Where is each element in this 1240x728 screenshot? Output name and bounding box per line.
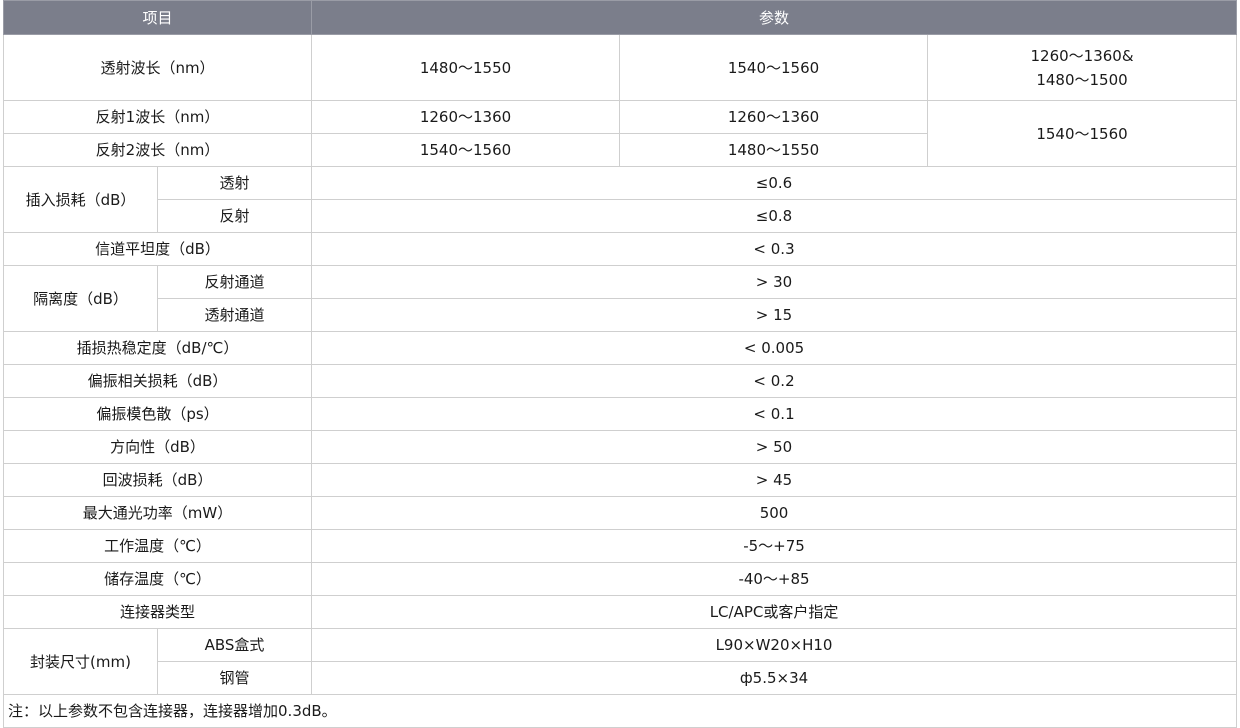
value-reflection1-wavelength-2: 1260～1360	[619, 100, 929, 134]
row-isolation-transmission: 透射通道 > 15	[4, 298, 1238, 332]
label-return-loss: 回波损耗（dB）	[2, 463, 313, 497]
row-isolation-reflection: 隔离度（dB） 反射通道 > 30	[3, 265, 1238, 332]
row-directivity: 方向性（dB） > 50	[2, 430, 1238, 464]
table-note: 注：以上参数不包含连接器，连接器增加0.3dB。	[2, 694, 1238, 728]
header-item: 项目	[2, 0, 313, 35]
value-thermal-stability: < 0.005	[311, 331, 1238, 365]
row-transmission-wavelength: 透射波长（nm） 1480～1550 1540～1560 1260～1360& 1…	[2, 34, 1238, 101]
label-channel-flatness: 信道平坦度（dB）	[2, 232, 313, 266]
row-insertion-loss-transmission: 插入损耗（dB） 透射 ≤0.6	[3, 166, 1238, 233]
value-operating-temperature: -5～+75	[311, 529, 1238, 563]
label-pmd: 偏振模色散（ps）	[2, 397, 313, 431]
sublabel-isolation-transmission: 透射通道	[156, 298, 313, 332]
sublabel-insertion-loss-transmission: 透射	[156, 166, 313, 200]
value-return-loss: > 45	[311, 463, 1238, 497]
sublabel-isolation-reflection: 反射通道	[156, 265, 313, 299]
sublabel-package-steel: 钢管	[156, 661, 313, 695]
sublabel-insertion-loss-reflection: 反射	[156, 199, 313, 233]
value-max-power: 500	[311, 496, 1238, 530]
value-reflection2-wavelength-2: 1480～1550	[619, 133, 929, 167]
value-connector-type: LC/APC或客户指定	[311, 595, 1238, 629]
row-operating-temperature: 工作温度（℃） -5～+75	[2, 529, 1238, 563]
value-channel-flatness: < 0.3	[311, 232, 1238, 266]
value-pdl: < 0.2	[311, 364, 1238, 398]
value-insertion-loss-reflection: ≤0.8	[311, 199, 1238, 233]
row-max-power: 最大通光功率（mW） 500	[2, 496, 1238, 530]
row-note: 注：以上参数不包含连接器，连接器增加0.3dB。	[2, 694, 1238, 728]
label-storage-temperature: 储存温度（℃）	[2, 562, 313, 596]
label-insertion-loss: 插入损耗（dB）	[3, 166, 158, 233]
label-reflection1-wavelength: 反射1波长（nm）	[2, 100, 313, 134]
label-reflection2-wavelength: 反射2波长（nm）	[2, 133, 313, 167]
row-return-loss: 回波损耗（dB） > 45	[2, 463, 1238, 497]
row-storage-temperature: 储存温度（℃） -40～+85	[2, 562, 1238, 596]
value-directivity: > 50	[311, 430, 1238, 464]
value-insertion-loss-transmission: ≤0.6	[311, 166, 1238, 200]
label-directivity: 方向性（dB）	[2, 430, 313, 464]
value-transmission-wavelength-3a: 1260～1360&	[1030, 46, 1134, 65]
value-reflection2-wavelength-1: 1540～1560	[311, 133, 621, 167]
value-transmission-wavelength-3b: 1480～1500	[1036, 70, 1128, 89]
row-channel-flatness: 信道平坦度（dB） < 0.3	[2, 232, 1238, 266]
row-package-steel: 钢管 ф5.5×34	[4, 661, 1238, 695]
value-storage-temperature: -40～+85	[311, 562, 1238, 596]
value-isolation-transmission: > 15	[311, 298, 1238, 332]
label-thermal-stability: 插损热稳定度（dB/℃）	[2, 331, 313, 365]
value-isolation-reflection: > 30	[311, 265, 1238, 299]
label-connector-type: 连接器类型	[2, 595, 313, 629]
spec-table: 项目 参数 透射波长（nm） 1480～1550 1540～1560 1260～…	[2, 0, 1238, 728]
label-transmission-wavelength: 透射波长（nm）	[2, 34, 313, 101]
value-package-steel: ф5.5×34	[311, 661, 1238, 695]
label-isolation: 隔离度（dB）	[3, 265, 158, 332]
label-max-power: 最大通光功率（mW）	[2, 496, 313, 530]
value-transmission-wavelength-3: 1260～1360& 1480～1500	[927, 34, 1238, 101]
row-thermal-stability: 插损热稳定度（dB/℃） < 0.005	[2, 331, 1238, 365]
value-pmd: < 0.1	[311, 397, 1238, 431]
value-transmission-wavelength-1: 1480～1550	[311, 34, 621, 101]
row-package-abs: 封装尺寸(mm) ABS盒式 L90×W20×H10	[3, 628, 1238, 695]
row-connector-type: 连接器类型 LC/APC或客户指定	[2, 595, 1238, 629]
sublabel-package-abs: ABS盒式	[156, 628, 313, 662]
label-package-size: 封装尺寸(mm)	[3, 628, 158, 695]
row-insertion-loss-reflection: 反射 ≤0.8	[4, 199, 1238, 233]
header-params: 参数	[311, 0, 1238, 35]
label-operating-temperature: 工作温度（℃）	[2, 529, 313, 563]
row-reflection1-wavelength: 反射1波长（nm） 1260～1360 1260～1360 1540～1560	[2, 100, 1238, 167]
label-pdl: 偏振相关损耗（dB）	[2, 364, 313, 398]
value-reflection-wavelength-3: 1540～1560	[927, 100, 1238, 167]
header-row: 项目 参数	[2, 0, 1238, 35]
value-package-abs: L90×W20×H10	[311, 628, 1238, 662]
row-pmd: 偏振模色散（ps） < 0.1	[2, 397, 1238, 431]
value-reflection1-wavelength-1: 1260～1360	[311, 100, 621, 134]
value-transmission-wavelength-2: 1540～1560	[619, 34, 929, 101]
row-pdl: 偏振相关损耗（dB） < 0.2	[2, 364, 1238, 398]
